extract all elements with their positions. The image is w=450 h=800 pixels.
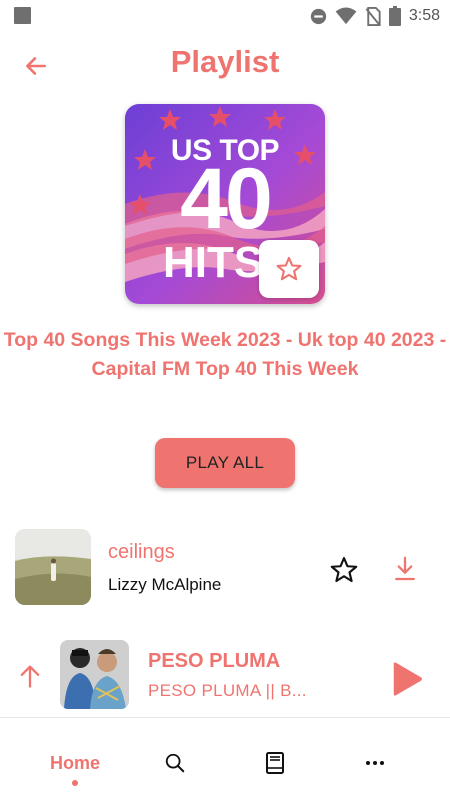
nav-home[interactable]: Home xyxy=(40,748,110,778)
nav-more[interactable] xyxy=(360,748,390,778)
status-time: 3:58 xyxy=(408,7,440,24)
no-sim-icon xyxy=(365,6,381,26)
track-title: ceilings xyxy=(108,541,175,563)
list-item[interactable]: ceilings Lizzy McAlpine xyxy=(0,528,450,606)
more-horizontal-icon xyxy=(366,761,384,765)
bottom-navigation: Home xyxy=(0,720,450,800)
play-button[interactable] xyxy=(385,658,427,700)
play-all-button[interactable]: PLAY ALL xyxy=(155,438,295,488)
nav-active-indicator xyxy=(72,780,78,786)
status-bar: 3:58 xyxy=(0,0,450,32)
arrow-up-icon xyxy=(20,665,40,688)
track-thumbnail xyxy=(15,529,91,605)
notification-square-icon xyxy=(14,7,31,24)
download-icon xyxy=(395,556,415,581)
search-icon xyxy=(165,753,185,773)
track-artist: Lizzy McAlpine xyxy=(108,575,222,594)
cover-title-line3: HITS xyxy=(163,238,264,287)
star-outline-icon xyxy=(330,557,358,583)
page-title: Playlist xyxy=(170,44,280,79)
favorite-playlist-button[interactable] xyxy=(259,240,319,298)
cover-title-line2: 40 xyxy=(180,151,273,247)
now-playing-subtitle: PESO PLUMA || B... xyxy=(148,681,307,700)
expand-player-button[interactable] xyxy=(16,662,44,690)
do-not-disturb-icon xyxy=(310,8,327,24)
play-icon xyxy=(393,662,423,696)
nav-search[interactable] xyxy=(160,748,190,778)
now-playing-bar[interactable]: PESO PLUMA PESO PLUMA || B... xyxy=(0,634,450,718)
nav-library[interactable] xyxy=(260,748,290,778)
track-download-button[interactable] xyxy=(390,554,420,584)
track-favorite-button[interactable] xyxy=(329,555,359,585)
wifi-icon xyxy=(335,7,357,25)
battery-icon xyxy=(388,6,401,26)
status-icons: 3:58 xyxy=(310,5,440,27)
now-playing-title: PESO PLUMA xyxy=(148,650,281,672)
playlist-description: Top 40 Songs This Week 2023 - Uk top 40 … xyxy=(3,329,447,380)
book-icon xyxy=(266,752,284,774)
star-outline-icon xyxy=(276,256,302,281)
now-playing-thumbnail xyxy=(60,640,129,709)
